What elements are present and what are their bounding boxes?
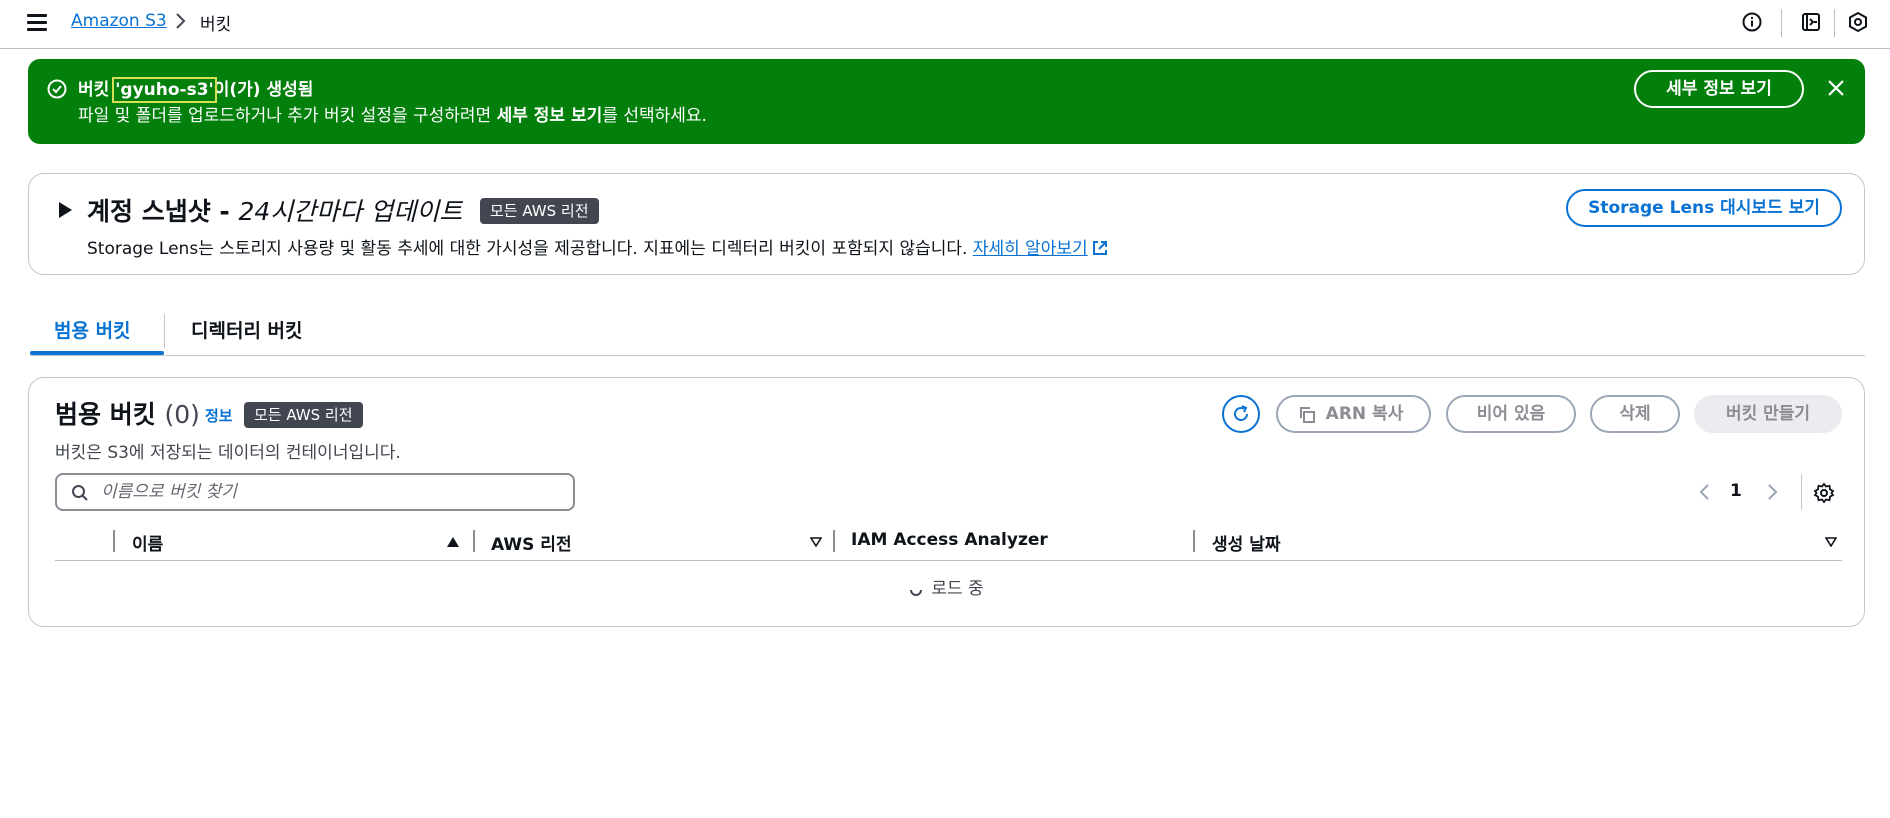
column-header-creation-date[interactable]: 생성 날짜	[1212, 530, 1280, 555]
success-flash-banner: 버킷 'gyuho-s3'이(가) 생성됨 파일 및 폴더를 업로드하거나 추가…	[28, 59, 1865, 144]
breadcrumb-current: 버킷	[200, 15, 232, 35]
flash-title-suffix: 이(가) 생성됨	[213, 80, 314, 100]
storage-lens-dashboard-button[interactable]: Storage Lens 대시보드 보기	[1566, 189, 1842, 227]
flash-bucket-name: 'gyuho-s3'	[112, 77, 217, 103]
settings-hexagon-icon[interactable]	[1847, 11, 1869, 33]
loading-text: 로드 중	[931, 579, 984, 599]
info-icon[interactable]	[1741, 11, 1763, 33]
bucket-search-input[interactable]	[101, 479, 561, 505]
column-header-name[interactable]: 이름	[132, 530, 163, 555]
learn-more-link[interactable]: 자세히 알아보기	[973, 239, 1108, 259]
learn-more-label: 자세히 알아보기	[972, 239, 1088, 259]
breadcrumb-amazon-s3[interactable]: Amazon S3	[71, 11, 167, 31]
flash-title-prefix: 버킷	[78, 80, 116, 100]
panel-description: 버킷은 S3에 저장되는 데이터의 컨테이너입니다.	[55, 443, 401, 463]
tab-divider	[164, 314, 165, 348]
close-icon[interactable]	[1826, 78, 1846, 98]
menu-icon[interactable]	[27, 13, 47, 31]
chevron-right-icon	[176, 13, 186, 29]
active-tab-indicator	[30, 351, 164, 355]
storage-lens-description: Storage Lens는 스토리지 사용량 및 활동 추세에 대한 가시성을 …	[87, 234, 1108, 259]
sort-descending-icon[interactable]	[810, 537, 822, 547]
column-divider	[113, 530, 115, 552]
next-page-icon[interactable]	[1765, 483, 1779, 501]
page-number[interactable]: 1	[1730, 481, 1742, 501]
pager-divider	[1801, 474, 1802, 510]
delete-bucket-button[interactable]: 삭제	[1590, 395, 1680, 433]
bucket-count: (0)	[164, 400, 200, 429]
column-divider	[473, 530, 475, 552]
flash-message: 파일 및 폴더를 업로드하거나 추가 버킷 설정을 구성하려면 세부 정보 보기…	[78, 101, 707, 126]
account-snapshot-panel: 계정 스냅샷 - 24시간마다 업데이트 모든 AWS 리전 Storage L…	[28, 173, 1865, 275]
snapshot-title-bold: 계정 스냅샷 -	[87, 197, 239, 226]
info-link[interactable]: 정보	[205, 405, 233, 426]
flash-body-end: 를 선택하세요.	[602, 106, 707, 126]
storage-lens-brand: Storage Lens	[87, 239, 199, 259]
flash-body-bold: 세부 정보 보기	[496, 106, 603, 126]
tab-directory-buckets[interactable]: 디렉터리 버킷	[191, 316, 303, 343]
general-purpose-buckets-panel: 범용 버킷 (0) 정보 모든 AWS 리전 버킷은 S3에 저장되는 데이터의…	[28, 377, 1865, 627]
panel-title-text: 범용 버킷	[55, 400, 156, 429]
column-divider	[1193, 530, 1195, 552]
bucket-type-tabs: 범용 버킷 디렉터리 버킷	[30, 306, 1865, 356]
column-header-region[interactable]: AWS 리전	[491, 530, 572, 555]
copy-icon	[1300, 407, 1315, 423]
sort-descending-icon[interactable]	[1825, 537, 1837, 547]
flash-body-text: 파일 및 폴더를 업로드하거나 추가 버킷 설정을 구성하려면	[78, 106, 497, 126]
gear-icon[interactable]	[1813, 482, 1835, 504]
all-regions-badge: 모든 AWS 리전	[244, 402, 363, 428]
spinner-icon	[910, 589, 923, 596]
notifications-panel-icon[interactable]	[1800, 11, 1822, 33]
tab-general-purpose-buckets[interactable]: 범용 버킷	[54, 316, 131, 343]
top-divider	[1781, 9, 1782, 37]
previous-page-icon[interactable]	[1698, 483, 1712, 501]
account-snapshot-title[interactable]: 계정 스냅샷 - 24시간마다 업데이트	[87, 192, 462, 228]
bucket-search-box	[55, 473, 575, 511]
view-details-button[interactable]: 세부 정보 보기	[1634, 70, 1804, 108]
copy-arn-button[interactable]: ARN 복사	[1276, 395, 1431, 433]
refresh-button[interactable]	[1222, 395, 1260, 433]
external-link-icon	[1092, 241, 1107, 255]
snapshot-title-italic: 24시간마다 업데이트	[238, 197, 463, 226]
flash-title: 버킷 'gyuho-s3'이(가) 생성됨	[78, 75, 314, 103]
table-header: 이름 AWS 리전 IAM Access Analyzer 생성 날짜	[55, 528, 1842, 561]
create-bucket-button[interactable]: 버킷 만들기	[1694, 395, 1842, 433]
expand-caret-icon[interactable]	[59, 202, 72, 218]
refresh-icon	[1234, 405, 1248, 421]
search-icon	[72, 485, 88, 501]
panel-title: 범용 버킷 (0)	[55, 395, 200, 431]
empty-bucket-button[interactable]: 비어 있음	[1446, 395, 1576, 433]
success-check-icon	[47, 79, 67, 99]
all-regions-badge: 모든 AWS 리전	[480, 198, 599, 224]
top-divider	[1834, 9, 1835, 37]
top-navigation-bar: Amazon S3 버킷	[0, 0, 1890, 49]
storage-lens-text: 는 스토리지 사용량 및 활동 추세에 대한 가시성을 제공합니다. 지표에는 …	[198, 239, 973, 259]
column-divider	[833, 530, 835, 552]
loading-indicator: 로드 중	[29, 574, 1864, 599]
copy-arn-label: ARN 복사	[1325, 404, 1404, 424]
column-header-access-analyzer[interactable]: IAM Access Analyzer	[851, 530, 1048, 550]
sort-ascending-icon[interactable]	[447, 537, 459, 547]
